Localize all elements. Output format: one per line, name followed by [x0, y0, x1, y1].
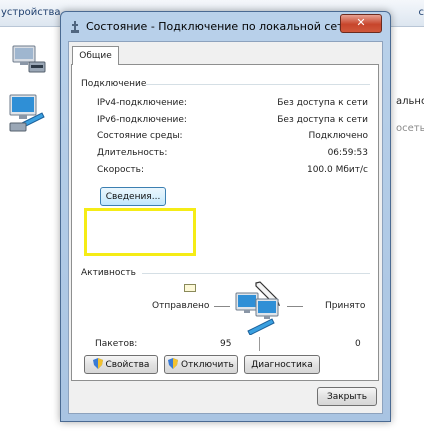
shield-icon [168, 358, 179, 369]
media-state-label: Состояние среды: [97, 131, 183, 141]
ipv6-label: IPv6-подключение: [97, 115, 187, 125]
properties-button[interactable]: Свойства [84, 355, 158, 374]
ipv4-value: Без доступа к сети [277, 98, 368, 108]
diagnose-button[interactable]: Диагностика [244, 355, 320, 374]
packets-received-value: 0 [355, 339, 361, 349]
network-icon [71, 21, 79, 33]
properties-label: Свойства [105, 360, 150, 370]
connection-label: альной [396, 96, 424, 107]
close-button[interactable]: Закрыть [317, 387, 377, 406]
highlight-box [84, 208, 196, 256]
received-line [287, 306, 303, 307]
toolbar-devices-text[interactable]: устройства [1, 7, 61, 18]
tab-general[interactable]: Общие [72, 46, 119, 65]
window-close-button[interactable]: ✕ [340, 14, 382, 33]
monitor-icon [184, 284, 196, 292]
duration-label: Длительность: [97, 148, 168, 158]
group-divider [142, 273, 370, 274]
packets-divider [259, 337, 260, 351]
speed-label: Скорость: [97, 165, 144, 175]
ipv4-label: IPv4-подключение: [97, 98, 187, 108]
sent-line [214, 306, 230, 307]
packets-sent-value: 95 [220, 339, 232, 349]
network-connection-icon[interactable] [8, 93, 46, 133]
general-tab-panel: Подключение IPv4-подключение: Без доступ… [71, 64, 379, 381]
shield-icon [92, 358, 103, 369]
dialog-client-area: Общие Подключение IPv4-подключение: Без … [68, 41, 383, 414]
ipv6-value: Без доступа к сети [277, 115, 368, 125]
duration-value: 06:59:53 [327, 148, 368, 158]
speed-value: 100.0 Мбит/с [306, 165, 368, 175]
details-button[interactable]: Сведения... [100, 187, 166, 206]
dialog-title: Состояние - Подключение по локальной сет… [86, 20, 351, 33]
toolbar-right-text[interactable]: с [419, 7, 424, 18]
disable-label: Отключить [181, 360, 234, 370]
media-state-value: Подключено [308, 131, 368, 141]
packets-label: Пакетов: [95, 339, 138, 349]
status-dialog: Состояние - Подключение по локальной сет… [60, 11, 391, 422]
network-adapter-icon[interactable] [11, 42, 47, 78]
network-activity-icon [235, 292, 279, 335]
connection-group-title: Подключение [81, 79, 147, 89]
sent-label: Отправлено [152, 301, 210, 311]
connection-sublabel: осеть [396, 123, 424, 134]
activity-group-title: Активность [81, 268, 136, 278]
dialog-titlebar[interactable]: Состояние - Подключение по локальной сет… [61, 12, 390, 40]
disable-button[interactable]: Отключить [164, 355, 238, 374]
received-label: Принято [325, 301, 366, 311]
group-divider [146, 84, 370, 85]
